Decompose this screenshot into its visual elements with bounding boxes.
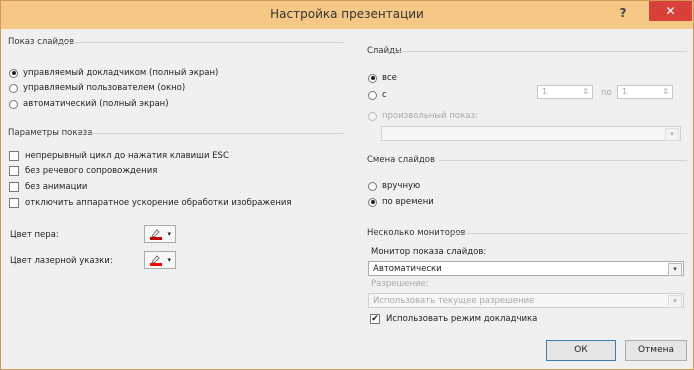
pen-icon: [150, 255, 162, 266]
radio-button[interactable]: [368, 90, 377, 100]
check-no-animation[interactable]: без анимации: [9, 182, 87, 192]
radio-all-slides[interactable]: все: [368, 73, 397, 83]
radio-timings-label: по времени: [382, 197, 434, 207]
to-slide-label: по: [601, 88, 612, 98]
check-presenter-view[interactable]: ✔ Использовать режим докладчика: [370, 314, 537, 324]
title-bar: Настройка презентации ? ✕: [1, 1, 693, 29]
radio-individual[interactable]: управляемый пользователем (окно): [9, 83, 185, 93]
advance-title: Смена слайдов: [367, 155, 435, 165]
radio-timings[interactable]: по времени: [368, 197, 434, 207]
setup-show-dialog: Настройка презентации ? ✕ Показ слайдов …: [0, 0, 694, 370]
radio-kiosk[interactable]: автоматический (полный экран): [9, 99, 169, 109]
monitor-select[interactable]: Автоматически ▾: [368, 261, 684, 276]
check-loop[interactable]: непрерывный цикл до нажатия клавиши ESC: [9, 151, 229, 161]
checkbox[interactable]: [9, 166, 19, 176]
checkbox[interactable]: ✔: [370, 314, 380, 324]
radio-button[interactable]: [9, 99, 18, 109]
chevron-down-icon[interactable]: ▾: [668, 295, 682, 308]
checkbox[interactable]: [9, 182, 19, 192]
custom-show-select[interactable]: ▾: [381, 126, 681, 141]
radio-button[interactable]: [9, 83, 18, 93]
radio-presenter-label: управляемый докладчиком (полный экран): [23, 68, 219, 78]
monitor-label: Монитор показа слайдов:: [371, 247, 487, 257]
monitors-divider: [451, 233, 687, 234]
laser-color-button[interactable]: ▾: [144, 251, 176, 269]
radio-from-slide[interactable]: с: [368, 90, 387, 100]
dialog-title: Настройка презентации: [270, 7, 424, 21]
to-slide-value: 1: [622, 87, 628, 96]
laser-color-label: Цвет лазерной указки:: [10, 256, 113, 266]
radio-button[interactable]: [368, 73, 377, 83]
resolution-label: Разрешение:: [371, 279, 429, 289]
from-slide-spinner[interactable]: 1 ⇕: [537, 85, 593, 99]
chevron-down-icon[interactable]: ▾: [665, 128, 679, 141]
show-type-divider: [59, 42, 343, 43]
chevron-down-icon: ▾: [167, 256, 171, 264]
checkbox[interactable]: [9, 151, 19, 161]
radio-presenter[interactable]: управляемый докладчиком (полный экран): [9, 68, 218, 78]
close-button[interactable]: ✕: [649, 1, 692, 21]
radio-from-slide-label: с: [382, 90, 387, 100]
cancel-button[interactable]: Отмена: [625, 340, 687, 361]
radio-button[interactable]: [368, 197, 377, 207]
radio-button[interactable]: [368, 111, 377, 121]
pen-color-label: Цвет пера:: [10, 230, 59, 240]
radio-button[interactable]: [368, 181, 377, 191]
chevron-down-icon: ▾: [167, 230, 171, 238]
radio-manual[interactable]: вручную: [368, 181, 420, 191]
check-disable-hw-accel[interactable]: отключить аппаратное ускорение обработки…: [9, 198, 292, 208]
to-slide-spinner[interactable]: 1 ⇕: [617, 85, 673, 99]
radio-button[interactable]: [9, 68, 18, 78]
check-no-animation-label: без анимации: [25, 182, 88, 192]
resolution-select[interactable]: Использовать текущее разрешение ▾: [368, 293, 684, 308]
slides-divider: [393, 51, 687, 52]
radio-all-slides-label: все: [382, 73, 397, 83]
radio-individual-label: управляемый пользователем (окно): [23, 83, 186, 93]
spin-arrows-icon[interactable]: ⇕: [662, 87, 669, 96]
pen-icon: [150, 229, 162, 240]
radio-kiosk-label: автоматический (полный экран): [23, 99, 169, 109]
from-slide-value: 1: [542, 87, 548, 96]
radio-manual-label: вручную: [382, 181, 421, 191]
ok-button[interactable]: ОК: [546, 340, 616, 361]
radio-custom-show-label: произвольный показ:: [382, 111, 478, 121]
check-no-narration[interactable]: без речевого сопровождения: [9, 166, 157, 176]
spin-arrows-icon[interactable]: ⇕: [582, 87, 589, 96]
help-button[interactable]: ?: [613, 6, 633, 24]
monitor-value: Автоматически: [373, 264, 442, 274]
pen-color-button[interactable]: ▾: [144, 225, 176, 243]
advance-divider: [439, 160, 687, 161]
chevron-down-icon[interactable]: ▾: [668, 263, 682, 276]
check-no-narration-label: без речевого сопровождения: [25, 166, 158, 176]
check-loop-label: непрерывный цикл до нажатия клавиши ESC: [25, 151, 229, 161]
radio-custom-show[interactable]: произвольный показ:: [368, 111, 478, 121]
resolution-value: Использовать текущее разрешение: [373, 296, 535, 306]
show-options-divider: [77, 133, 343, 134]
check-disable-hw-accel-label: отключить аппаратное ускорение обработки…: [25, 198, 292, 208]
checkbox[interactable]: [9, 198, 19, 208]
check-presenter-view-label: Использовать режим докладчика: [386, 314, 538, 324]
